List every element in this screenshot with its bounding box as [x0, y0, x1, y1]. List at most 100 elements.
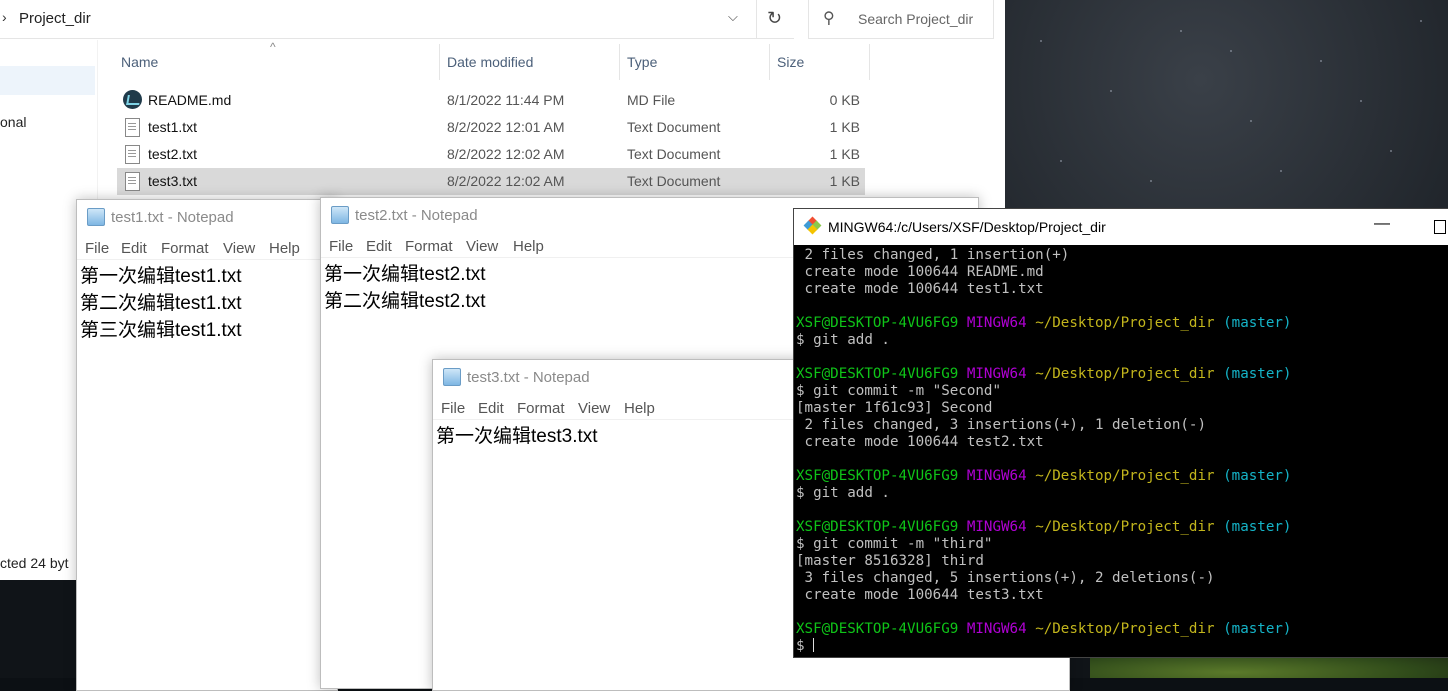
menu-view[interactable]: View	[223, 240, 255, 257]
menu-format[interactable]: Format	[161, 240, 209, 257]
text-editor-area[interactable]: 第一次编辑test1.txt 第二次编辑test1.txt 第三次编辑test1…	[80, 263, 242, 344]
menu-edit[interactable]: Edit	[121, 240, 147, 257]
menu-format[interactable]: Format	[517, 400, 565, 417]
breadcrumb-chevron-icon[interactable]: ›	[2, 9, 7, 25]
file-row[interactable]: README.md 8/1/2022 11:44 PM MD File 0 KB	[117, 87, 865, 114]
file-type: MD File	[627, 92, 676, 108]
file-row[interactable]: test2.txt 8/2/2022 12:02 AM Text Documen…	[117, 141, 865, 168]
terminal-line: $ git commit -m "third"	[796, 536, 993, 552]
file-size: 1 KB	[829, 173, 860, 189]
wallpaper-star	[1060, 160, 1062, 162]
terminal-line: create mode 100644 test1.txt	[796, 281, 1044, 297]
refresh-button[interactable]: ↻	[756, 0, 795, 38]
search-placeholder: Search Project_dir	[858, 11, 974, 27]
file-name: test1.txt	[148, 119, 198, 135]
refresh-icon: ↻	[767, 8, 783, 28]
menu-file[interactable]: File	[329, 238, 353, 255]
menu-help[interactable]: Help	[269, 240, 300, 257]
wallpaper-star	[1150, 180, 1152, 182]
terminal-prompt-line: XSF@DESKTOP-4VU6FG9 MINGW64 ~/Desktop/Pr…	[796, 315, 1292, 331]
menu-edit[interactable]: Edit	[478, 400, 504, 417]
wallpaper-star	[1180, 30, 1182, 32]
file-row[interactable]: test1.txt 8/2/2022 12:01 AM Text Documen…	[117, 114, 865, 141]
text-file-icon	[123, 144, 141, 164]
file-name: test3.txt	[148, 173, 198, 189]
menu-help[interactable]: Help	[513, 238, 544, 255]
terminal-line: create mode 100644 test2.txt	[796, 434, 1044, 450]
window-title: test3.txt - Notepad	[467, 369, 590, 386]
column-header-type[interactable]: Type	[627, 54, 657, 70]
file-size: 0 KB	[829, 92, 860, 108]
column-header-size[interactable]: Size	[777, 54, 804, 70]
text-editor-area[interactable]: 第一次编辑test2.txt 第二次编辑test2.txt	[324, 261, 486, 315]
notepad-window-test1: test1.txt - Notepad File Edit Format Vie…	[76, 199, 338, 691]
menu-format[interactable]: Format	[405, 238, 453, 255]
text-cursor	[813, 638, 815, 652]
menu-edit[interactable]: Edit	[366, 238, 392, 255]
search-box[interactable]: ⚲ Search Project_dir	[808, 0, 994, 39]
window-title: test2.txt - Notepad	[355, 207, 478, 224]
menu-view[interactable]: View	[578, 400, 610, 417]
wallpaper-star	[1320, 60, 1322, 62]
chevron-down-icon[interactable]: ⌵	[728, 9, 738, 25]
wallpaper-star	[1420, 20, 1422, 22]
wallpaper-star	[1250, 120, 1252, 122]
minimize-icon[interactable]: —	[1374, 215, 1390, 233]
wallpaper-star	[1040, 40, 1042, 42]
wallpaper-star	[1280, 170, 1282, 172]
file-date: 8/1/2022 11:44 PM	[447, 92, 565, 108]
column-divider[interactable]	[619, 44, 620, 80]
menu-file[interactable]: File	[85, 240, 109, 257]
address-path[interactable]: Project_dir	[19, 10, 91, 27]
file-size: 1 KB	[829, 119, 860, 135]
terminal-line: 2 files changed, 1 insertion(+)	[796, 247, 1070, 263]
column-header-name[interactable]: Name	[121, 54, 158, 70]
file-row-selected[interactable]: test3.txt 8/2/2022 12:02 AM Text Documen…	[117, 168, 865, 195]
terminal-line: create mode 100644 README.md	[796, 264, 1044, 280]
maximize-icon[interactable]	[1434, 220, 1446, 234]
markdown-file-icon	[123, 90, 142, 110]
text-editor-area[interactable]: 第一次编辑test3.txt	[436, 423, 598, 450]
terminal-line: $	[796, 638, 815, 654]
column-divider[interactable]	[439, 44, 440, 80]
search-icon: ⚲	[823, 10, 835, 27]
notepad-icon	[443, 368, 461, 386]
git-bash-terminal-window: MINGW64:/c/Users/XSF/Desktop/Project_dir…	[793, 208, 1448, 658]
file-type: Text Document	[627, 146, 721, 162]
terminal-line: [master 8516328] third	[796, 553, 984, 569]
column-header-date[interactable]: Date modified	[447, 54, 533, 70]
nav-pane-item-label[interactable]: onal	[0, 114, 26, 130]
terminal-line: $ git add .	[796, 485, 890, 501]
wallpaper-star	[1110, 90, 1112, 92]
terminal-output[interactable]: 2 files changed, 1 insertion(+) create m…	[796, 247, 1291, 655]
terminal-line: $ git add .	[796, 332, 890, 348]
title-bar[interactable]: MINGW64:/c/Users/XSF/Desktop/Project_dir…	[794, 209, 1448, 245]
file-date: 8/2/2022 12:02 AM	[447, 173, 565, 189]
status-bar-text: cted 24 byt	[0, 555, 69, 571]
notepad-icon	[87, 208, 105, 226]
title-bar[interactable]: test1.txt - Notepad	[77, 200, 337, 234]
menu-file[interactable]: File	[441, 400, 465, 417]
nav-pane-selected-item[interactable]	[0, 66, 95, 95]
column-divider[interactable]	[769, 44, 770, 80]
window-title: MINGW64:/c/Users/XSF/Desktop/Project_dir	[828, 219, 1106, 235]
sort-ascending-icon: ^	[270, 40, 276, 54]
menu-help[interactable]: Help	[624, 400, 655, 417]
terminal-line: 2 files changed, 3 insertions(+), 1 dele…	[796, 417, 1206, 433]
file-date: 8/2/2022 12:02 AM	[447, 146, 565, 162]
terminal-prompt-line: XSF@DESKTOP-4VU6FG9 MINGW64 ~/Desktop/Pr…	[796, 468, 1292, 484]
address-bar[interactable]: › Project_dir ⌵	[0, 0, 794, 39]
column-divider[interactable]	[869, 44, 870, 80]
wallpaper-star	[1360, 100, 1362, 102]
terminal-line: 3 files changed, 5 insertions(+), 2 dele…	[796, 570, 1215, 586]
terminal-line: $ git commit -m "Second"	[796, 383, 1001, 399]
menu-view[interactable]: View	[466, 238, 498, 255]
wallpaper-star	[1390, 150, 1392, 152]
file-type: Text Document	[627, 173, 721, 189]
terminal-line: [master 1f61c93] Second	[796, 400, 993, 416]
